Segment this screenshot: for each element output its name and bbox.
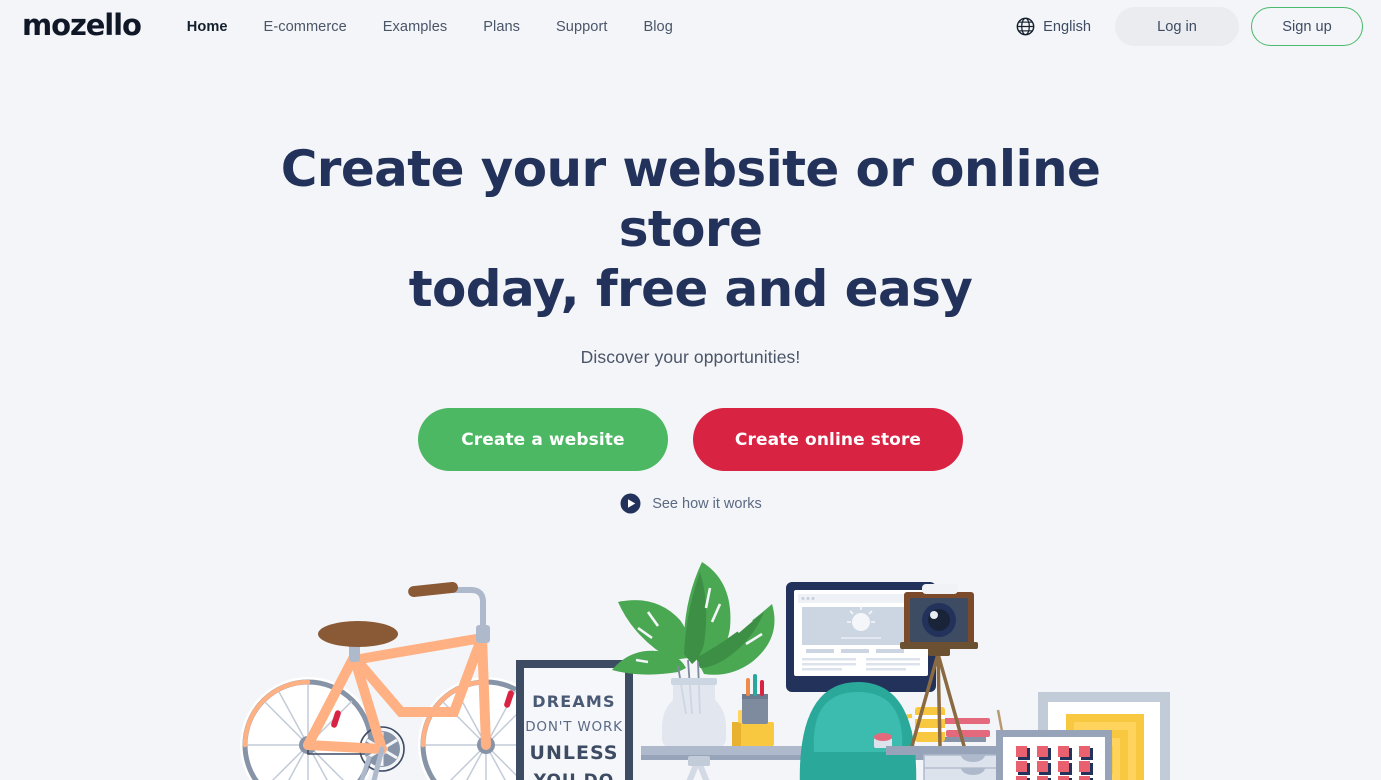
nav-item-blog[interactable]: Blog [643, 19, 672, 35]
language-selector[interactable]: English [1016, 17, 1091, 36]
page-title-line-2: today, free and easy [408, 260, 973, 318]
nav-item-support[interactable]: Support [556, 19, 607, 35]
signup-button[interactable]: Sign up [1251, 7, 1363, 46]
teal-chair [799, 682, 916, 780]
site-header: mozello Home E-commerce Examples Plans S… [0, 0, 1381, 53]
page-title: Create your website or online store toda… [261, 139, 1121, 319]
nav-item-examples[interactable]: Examples [383, 19, 447, 35]
illustration-container: DREAMS DON'T WORK UNLESS YOU DO [0, 542, 1381, 780]
poster-line-3: UNLESS [529, 742, 618, 764]
see-how-it-works-label: See how it works [652, 495, 762, 512]
workspace-illustration: DREAMS DON'T WORK UNLESS YOU DO [239, 562, 1170, 780]
mozello-logo[interactable]: mozello [22, 11, 142, 40]
create-online-store-button[interactable]: Create online store [692, 408, 964, 471]
nav-item-ecommerce[interactable]: E-commerce [264, 19, 347, 35]
language-label: English [1043, 18, 1091, 35]
main-navigation: Home E-commerce Examples Plans Support B… [187, 19, 673, 35]
header-actions: English Log in Sign up [1016, 7, 1363, 46]
see-how-it-works-link[interactable]: See how it works [619, 492, 762, 515]
framed-quote-poster: DREAMS DON'T WORK UNLESS YOU DO [515, 660, 633, 780]
poster-line-2: DON'T WORK [525, 719, 623, 735]
nav-item-home[interactable]: Home [187, 19, 228, 35]
play-circle-icon [620, 493, 641, 514]
cta-button-row: Create a website Create online store [0, 408, 1381, 471]
nav-item-plans[interactable]: Plans [483, 19, 520, 35]
create-website-button[interactable]: Create a website [417, 408, 668, 471]
hero-subtitle: Discover your opportunities! [580, 347, 801, 367]
pencil-cup [741, 674, 768, 724]
globe-icon [1016, 17, 1035, 36]
red-grid-poster [995, 730, 1112, 780]
poster-line-1: DREAMS [532, 692, 616, 711]
desk-accessories [731, 674, 774, 746]
small-jar [873, 733, 892, 748]
hero-section: Create your website or online store toda… [0, 53, 1381, 520]
login-button[interactable]: Log in [1115, 7, 1239, 46]
poster-line-4: YOU DO [532, 771, 613, 780]
bicycle [239, 581, 554, 780]
page-title-line-1: Create your website or online store [280, 140, 1101, 258]
